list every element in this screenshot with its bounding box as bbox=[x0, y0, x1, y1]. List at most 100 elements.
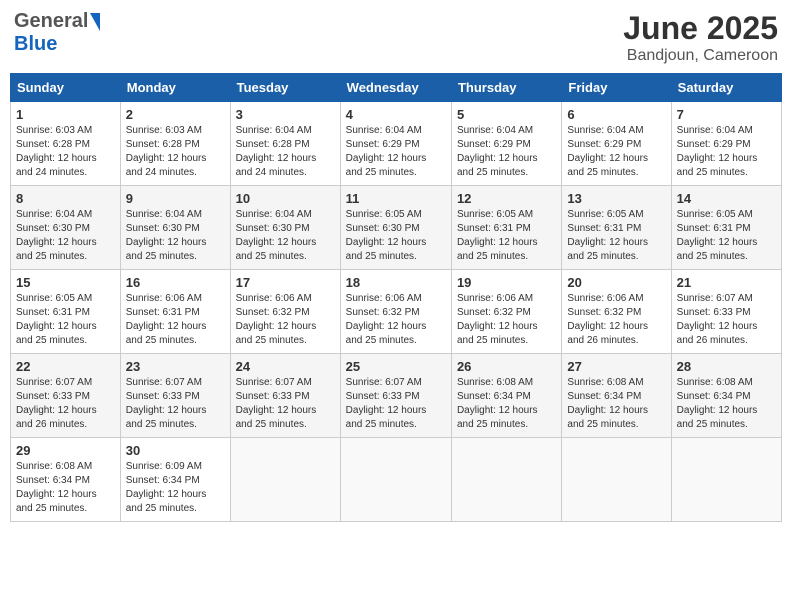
day-number: 3 bbox=[236, 107, 335, 122]
calendar-cell: 28 Sunrise: 6:08 AMSunset: 6:34 PMDayligh… bbox=[671, 354, 781, 438]
day-number: 27 bbox=[567, 359, 665, 374]
calendar-cell: 27 Sunrise: 6:08 AMSunset: 6:34 PMDayligh… bbox=[562, 354, 671, 438]
day-number: 2 bbox=[126, 107, 225, 122]
day-info: Sunrise: 6:07 AMSunset: 6:33 PMDaylight:… bbox=[236, 376, 335, 432]
calendar-cell: 5Sunrise: 6:04 AMSunset: 6:29 PMDaylight… bbox=[451, 102, 561, 186]
col-wednesday: Wednesday bbox=[340, 74, 451, 102]
calendar-table: Sunday Monday Tuesday Wednesday Thursday… bbox=[10, 73, 782, 522]
day-number: 18 bbox=[346, 275, 446, 290]
day-number: 17 bbox=[236, 275, 335, 290]
calendar-cell: 21 Sunrise: 6:07 AMSunset: 6:33 PMDayligh… bbox=[671, 270, 781, 354]
day-info: Sunrise: 6:04 AMSunset: 6:30 PMDaylight:… bbox=[126, 208, 225, 264]
day-info: Sunrise: 6:06 AMSunset: 6:32 PMDaylight:… bbox=[346, 292, 446, 348]
day-info: Sunrise: 6:08 AMSunset: 6:34 PMDaylight:… bbox=[16, 460, 115, 516]
calendar-cell: 17Sunrise: 6:06 AMSunset: 6:32 PMDayligh… bbox=[230, 270, 340, 354]
calendar-cell: 15 Sunrise: 6:05 AMSunset: 6:31 PMDayligh… bbox=[11, 270, 121, 354]
col-monday: Monday bbox=[120, 74, 230, 102]
day-number: 4 bbox=[346, 107, 446, 122]
calendar-cell: 10 Sunrise: 6:04 AMSunset: 6:30 PMDayligh… bbox=[230, 186, 340, 270]
col-saturday: Saturday bbox=[671, 74, 781, 102]
day-number: 16 bbox=[126, 275, 225, 290]
day-number: 10 bbox=[236, 191, 335, 206]
calendar-cell: 29 Sunrise: 6:08 AMSunset: 6:34 PMDayligh… bbox=[11, 438, 121, 522]
day-number: 14 bbox=[677, 191, 776, 206]
calendar-cell: 8Sunrise: 6:04 AMSunset: 6:30 PMDaylight… bbox=[11, 186, 121, 270]
col-sunday: Sunday bbox=[11, 74, 121, 102]
logo-icon bbox=[90, 13, 100, 31]
calendar-cell: 14 Sunrise: 6:05 AMSunset: 6:31 PMDayligh… bbox=[671, 186, 781, 270]
day-number: 11 bbox=[346, 191, 446, 206]
day-info: Sunrise: 6:08 AMSunset: 6:34 PMDaylight:… bbox=[567, 376, 665, 432]
day-info: Sunrise: 6:05 AMSunset: 6:30 PMDaylight:… bbox=[346, 208, 446, 264]
day-info: Sunrise: 6:07 AMSunset: 6:33 PMDaylight:… bbox=[16, 376, 115, 432]
day-info: Sunrise: 6:06 AMSunset: 6:31 PMDaylight:… bbox=[126, 292, 225, 348]
day-number: 29 bbox=[16, 443, 115, 458]
calendar-cell: 25Sunrise: 6:07 AMSunset: 6:33 PMDayligh… bbox=[340, 354, 451, 438]
day-number: 8 bbox=[16, 191, 115, 206]
day-info: Sunrise: 6:06 AMSunset: 6:32 PMDaylight:… bbox=[457, 292, 556, 348]
calendar-cell: 24 Sunrise: 6:07 AMSunset: 6:33 PMDayligh… bbox=[230, 354, 340, 438]
day-info: Sunrise: 6:05 AMSunset: 6:31 PMDaylight:… bbox=[457, 208, 556, 264]
calendar-cell: 30Sunrise: 6:09 AMSunset: 6:34 PMDayligh… bbox=[120, 438, 230, 522]
day-number: 21 bbox=[677, 275, 776, 290]
location: Bandjoun, Cameroon bbox=[623, 47, 778, 65]
day-info: Sunrise: 6:04 AMSunset: 6:29 PMDaylight:… bbox=[567, 124, 665, 180]
day-number: 6 bbox=[567, 107, 665, 122]
week-row-5: 29 Sunrise: 6:08 AMSunset: 6:34 PMDayligh… bbox=[11, 438, 782, 522]
day-number: 24 bbox=[236, 359, 335, 374]
day-number: 25 bbox=[346, 359, 446, 374]
day-info: Sunrise: 6:07 AMSunset: 6:33 PMDaylight:… bbox=[677, 292, 776, 348]
day-info: Sunrise: 6:05 AMSunset: 6:31 PMDaylight:… bbox=[567, 208, 665, 264]
calendar-cell: 20 Sunrise: 6:06 AMSunset: 6:32 PMDayligh… bbox=[562, 270, 671, 354]
calendar-cell: 11 Sunrise: 6:05 AMSunset: 6:30 PMDayligh… bbox=[340, 186, 451, 270]
week-row-1: 1Sunrise: 6:03 AMSunset: 6:28 PMDaylight… bbox=[11, 102, 782, 186]
calendar-cell: 9 Sunrise: 6:04 AMSunset: 6:30 PMDaylight… bbox=[120, 186, 230, 270]
calendar-cell: 26 Sunrise: 6:08 AMSunset: 6:34 PMDayligh… bbox=[451, 354, 561, 438]
day-number: 15 bbox=[16, 275, 115, 290]
day-info: Sunrise: 6:04 AMSunset: 6:29 PMDaylight:… bbox=[346, 124, 446, 180]
day-info: Sunrise: 6:05 AMSunset: 6:31 PMDaylight:… bbox=[16, 292, 115, 348]
day-number: 7 bbox=[677, 107, 776, 122]
week-row-3: 15 Sunrise: 6:05 AMSunset: 6:31 PMDayligh… bbox=[11, 270, 782, 354]
day-info: Sunrise: 6:03 AMSunset: 6:28 PMDaylight:… bbox=[126, 124, 225, 180]
day-info: Sunrise: 6:08 AMSunset: 6:34 PMDaylight:… bbox=[457, 376, 556, 432]
title-area: June 2025 Bandjoun, Cameroon bbox=[623, 10, 778, 65]
calendar-cell: 2 Sunrise: 6:03 AMSunset: 6:28 PMDaylight… bbox=[120, 102, 230, 186]
calendar-cell: 7 Sunrise: 6:04 AMSunset: 6:29 PMDaylight… bbox=[671, 102, 781, 186]
logo: General Blue bbox=[14, 10, 100, 56]
calendar-cell bbox=[451, 438, 561, 522]
calendar-cell: 16 Sunrise: 6:06 AMSunset: 6:31 PMDayligh… bbox=[120, 270, 230, 354]
day-info: Sunrise: 6:07 AMSunset: 6:33 PMDaylight:… bbox=[126, 376, 225, 432]
logo-blue: Blue bbox=[14, 33, 57, 56]
calendar-cell: 12 Sunrise: 6:05 AMSunset: 6:31 PMDayligh… bbox=[451, 186, 561, 270]
calendar-cell: 22 Sunrise: 6:07 AMSunset: 6:33 PMDayligh… bbox=[11, 354, 121, 438]
calendar-cell: 13 Sunrise: 6:05 AMSunset: 6:31 PMDayligh… bbox=[562, 186, 671, 270]
day-number: 26 bbox=[457, 359, 556, 374]
calendar-cell: 4 Sunrise: 6:04 AMSunset: 6:29 PMDaylight… bbox=[340, 102, 451, 186]
col-thursday: Thursday bbox=[451, 74, 561, 102]
calendar-cell: 19 Sunrise: 6:06 AMSunset: 6:32 PMDayligh… bbox=[451, 270, 561, 354]
calendar-header-row: Sunday Monday Tuesday Wednesday Thursday… bbox=[11, 74, 782, 102]
day-info: Sunrise: 6:08 AMSunset: 6:34 PMDaylight:… bbox=[677, 376, 776, 432]
day-number: 23 bbox=[126, 359, 225, 374]
month-title: June 2025 bbox=[623, 10, 778, 47]
day-number: 19 bbox=[457, 275, 556, 290]
day-info: Sunrise: 6:03 AMSunset: 6:28 PMDaylight:… bbox=[16, 124, 115, 180]
calendar-cell: 3Sunrise: 6:04 AMSunset: 6:28 PMDaylight… bbox=[230, 102, 340, 186]
calendar-cell: 23 Sunrise: 6:07 AMSunset: 6:33 PMDayligh… bbox=[120, 354, 230, 438]
day-info: Sunrise: 6:04 AMSunset: 6:29 PMDaylight:… bbox=[677, 124, 776, 180]
day-number: 28 bbox=[677, 359, 776, 374]
day-number: 9 bbox=[126, 191, 225, 206]
day-info: Sunrise: 6:05 AMSunset: 6:31 PMDaylight:… bbox=[677, 208, 776, 264]
day-info: Sunrise: 6:09 AMSunset: 6:34 PMDaylight:… bbox=[126, 460, 225, 516]
calendar-cell bbox=[562, 438, 671, 522]
day-info: Sunrise: 6:04 AMSunset: 6:30 PMDaylight:… bbox=[236, 208, 335, 264]
day-number: 13 bbox=[567, 191, 665, 206]
week-row-2: 8 Sunrise: 6:04 AMSunset: 6:30 PMDaylight… bbox=[11, 186, 782, 270]
day-number: 22 bbox=[16, 359, 115, 374]
page-header: General Blue June 2025 Bandjoun, Cameroo… bbox=[10, 10, 782, 65]
day-number: 20 bbox=[567, 275, 665, 290]
day-number: 12 bbox=[457, 191, 556, 206]
day-info: Sunrise: 6:06 AMSunset: 6:32 PMDaylight:… bbox=[567, 292, 665, 348]
calendar-cell bbox=[671, 438, 781, 522]
